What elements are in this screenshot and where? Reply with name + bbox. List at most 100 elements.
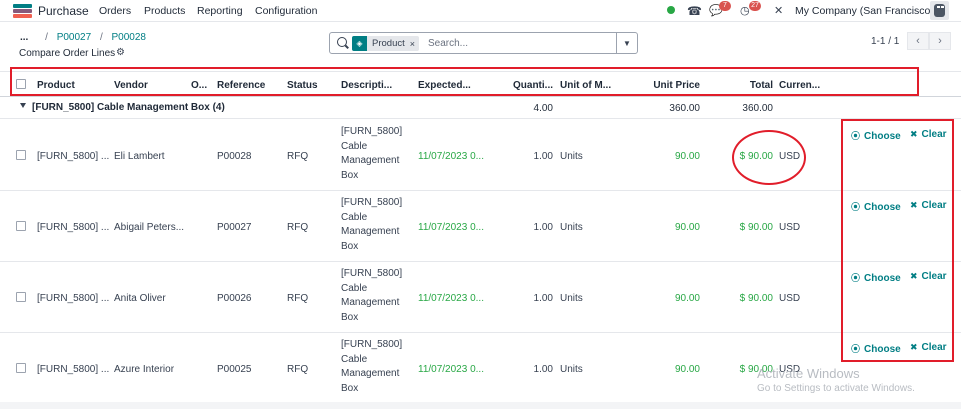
row-uom: Units bbox=[560, 151, 583, 162]
col-currency[interactable]: Curren... bbox=[779, 80, 820, 91]
col-expected[interactable]: Expected... bbox=[418, 80, 471, 91]
facet-label: Product bbox=[372, 38, 405, 49]
choose-label: Choose bbox=[864, 202, 901, 213]
row-quantity: 1.00 bbox=[533, 364, 553, 375]
menu-products[interactable]: Products bbox=[144, 5, 185, 17]
page-title: Compare Order Lines bbox=[19, 48, 116, 59]
table-header: Product Vendor O... Reference Status Des… bbox=[0, 71, 961, 97]
row-product: [FURN_5800] ... bbox=[37, 222, 110, 233]
clear-label: Clear bbox=[921, 342, 947, 353]
row-expected-date: 11/07/2023 0... bbox=[418, 151, 484, 162]
group-unit-price: 360.00 bbox=[669, 103, 700, 114]
col-uom[interactable]: Unit of M... bbox=[560, 80, 611, 91]
user-avatar[interactable] bbox=[930, 1, 949, 20]
row-product: [FURN_5800] ... bbox=[37, 364, 110, 375]
row-checkbox[interactable] bbox=[16, 221, 26, 231]
app-title[interactable]: Purchase bbox=[38, 4, 89, 18]
row-uom: Units bbox=[560, 364, 583, 375]
menu-reporting[interactable]: Reporting bbox=[197, 5, 243, 17]
facet-remove-icon[interactable]: × bbox=[410, 39, 419, 49]
row-expected-date: 11/07/2023 0... bbox=[418, 293, 484, 304]
row-checkbox[interactable] bbox=[16, 150, 26, 160]
caret-down-icon bbox=[20, 103, 26, 108]
choose-icon: ⦿ bbox=[851, 344, 861, 354]
gear-icon[interactable]: ⚙ bbox=[116, 47, 125, 58]
row-checkbox[interactable] bbox=[16, 292, 26, 302]
choose-label: Choose bbox=[864, 131, 901, 142]
choose-icon: ⦿ bbox=[851, 273, 861, 283]
clear-button[interactable]: ✖ Clear bbox=[910, 200, 947, 211]
col-order[interactable]: O... bbox=[191, 80, 207, 91]
row-unit-price: 90.00 bbox=[674, 151, 700, 162]
row-status: RFQ bbox=[287, 293, 309, 304]
row-currency: USD bbox=[779, 293, 801, 304]
col-total[interactable]: Total bbox=[720, 80, 773, 91]
phone-icon[interactable]: ☎ bbox=[687, 4, 702, 18]
search-input[interactable] bbox=[428, 36, 608, 51]
col-unit-price[interactable]: Unit Price bbox=[630, 80, 700, 91]
row-product: [FURN_5800] ... bbox=[37, 151, 110, 162]
choose-button[interactable]: ⦿ Choose bbox=[851, 200, 901, 213]
purchase-app-icon[interactable] bbox=[13, 4, 32, 18]
row-vendor: Eli Lambert bbox=[114, 151, 165, 162]
col-description[interactable]: Descripti... bbox=[341, 80, 392, 91]
clear-label: Clear bbox=[921, 129, 947, 140]
windows-watermark-title: Activate Windows bbox=[757, 366, 860, 381]
close-icon: ✖ bbox=[910, 271, 918, 281]
windows-watermark-subtitle: Go to Settings to activate Windows. bbox=[757, 383, 915, 394]
row-description: [FURN_5800] Cable Management Box bbox=[341, 339, 403, 394]
breadcrumb: ... / P00027 / P00028 bbox=[20, 32, 146, 43]
row-reference: P00028 bbox=[217, 151, 252, 162]
table-footer bbox=[0, 402, 961, 409]
group-row[interactable]: [FURN_5800] Cable Management Box (4) 4.0… bbox=[0, 97, 961, 119]
company-switcher[interactable]: My Company (San Francisco) bbox=[795, 5, 934, 17]
table-row[interactable]: [FURN_5800] ... Abigail Peters... P00027… bbox=[0, 191, 961, 262]
table-row[interactable]: [FURN_5800] ... Anita Oliver P00026 RFQ … bbox=[0, 262, 961, 333]
choose-button[interactable]: ⦿ Choose bbox=[851, 271, 901, 284]
col-quantity[interactable]: Quanti... bbox=[500, 80, 553, 91]
choose-icon: ⦿ bbox=[851, 131, 861, 141]
row-vendor: Abigail Peters... bbox=[114, 222, 185, 233]
choose-button[interactable]: ⦿ Choose bbox=[851, 129, 901, 142]
clear-button[interactable]: ✖ Clear bbox=[910, 271, 947, 282]
row-total: $ 90.00 bbox=[739, 293, 773, 304]
row-total: $ 90.00 bbox=[739, 151, 773, 162]
menu-orders[interactable]: Orders bbox=[99, 5, 131, 17]
col-reference[interactable]: Reference bbox=[217, 80, 265, 91]
pager-previous-button[interactable]: ‹ bbox=[907, 32, 929, 50]
row-reference: P00026 bbox=[217, 293, 252, 304]
breadcrumb-separator: / bbox=[99, 32, 103, 43]
menu-configuration[interactable]: Configuration bbox=[255, 5, 317, 17]
breadcrumb-link-p00027[interactable]: P00027 bbox=[57, 32, 91, 43]
clear-label: Clear bbox=[921, 200, 947, 211]
close-icon: ✖ bbox=[910, 129, 918, 139]
choose-icon: ⦿ bbox=[851, 202, 861, 212]
choose-label: Choose bbox=[864, 344, 901, 355]
clear-button[interactable]: ✖ Clear bbox=[910, 342, 947, 353]
pager-next-button[interactable]: › bbox=[929, 32, 951, 50]
search-options-toggle[interactable]: ▼ bbox=[616, 33, 637, 53]
choose-button[interactable]: ⦿ Choose bbox=[851, 342, 901, 355]
col-status[interactable]: Status bbox=[287, 80, 318, 91]
row-reference: P00027 bbox=[217, 222, 252, 233]
row-checkbox[interactable] bbox=[16, 363, 26, 373]
pager-value[interactable]: 1-1 / 1 bbox=[871, 36, 899, 47]
row-uom: Units bbox=[560, 293, 583, 304]
row-vendor: Azure Interior bbox=[114, 364, 175, 375]
search-bar: ◈ Product × ▼ bbox=[329, 32, 638, 54]
table-row[interactable]: [FURN_5800] ... Eli Lambert P00028 RFQ [… bbox=[0, 120, 961, 191]
clear-button[interactable]: ✖ Clear bbox=[910, 129, 947, 140]
layers-icon: ◈ bbox=[352, 36, 367, 51]
breadcrumb-link-p00028[interactable]: P00028 bbox=[112, 32, 146, 43]
row-currency: USD bbox=[779, 151, 801, 162]
top-navbar: Purchase Orders Products Reporting Confi… bbox=[0, 0, 961, 22]
breadcrumb-separator: / bbox=[45, 32, 48, 43]
debug-tools-icon[interactable]: ✕ bbox=[774, 4, 783, 17]
select-all-checkbox[interactable] bbox=[16, 79, 26, 89]
breadcrumb-dots[interactable]: ... bbox=[20, 32, 28, 43]
col-vendor[interactable]: Vendor bbox=[114, 80, 148, 91]
row-description: [FURN_5800] Cable Management Box bbox=[341, 126, 403, 181]
col-product[interactable]: Product bbox=[37, 80, 75, 91]
row-status: RFQ bbox=[287, 151, 309, 162]
row-unit-price: 90.00 bbox=[674, 222, 700, 233]
